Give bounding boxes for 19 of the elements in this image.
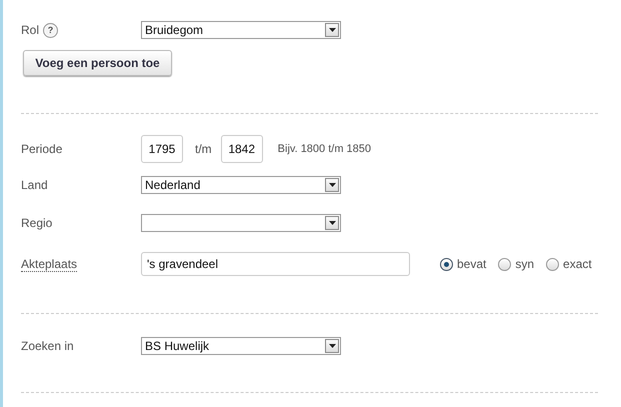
year-field[interactable]: 1842 bbox=[220, 135, 263, 163]
field-label: Rol bbox=[21, 23, 40, 37]
dropdown[interactable]: Bruidegom bbox=[141, 21, 341, 39]
year-field[interactable]: 1795 bbox=[141, 135, 183, 163]
field-label: Akteplaats bbox=[21, 256, 78, 272]
separator-label: t/m bbox=[195, 142, 212, 156]
add-person-button[interactable]: Voeg een persoon toe bbox=[23, 50, 172, 76]
place-field[interactable]: 's gravendeel bbox=[141, 252, 410, 276]
dropdown[interactable]: Nederland bbox=[141, 176, 341, 194]
field-label: Regio bbox=[21, 216, 52, 230]
radio-option[interactable]: exact bbox=[546, 257, 592, 271]
radio-option[interactable]: syn bbox=[498, 257, 534, 271]
radio-option[interactable]: bevat bbox=[440, 257, 486, 271]
help-icon[interactable]: ? bbox=[43, 22, 58, 38]
dropdown[interactable]: BS Huwelijk bbox=[141, 337, 341, 355]
field-label: Zoeken in bbox=[21, 339, 74, 353]
field-label: Periode bbox=[21, 142, 62, 156]
hint-text: Bijv. 1800 t/m 1850 bbox=[278, 143, 372, 155]
field-label: Land bbox=[21, 178, 48, 192]
